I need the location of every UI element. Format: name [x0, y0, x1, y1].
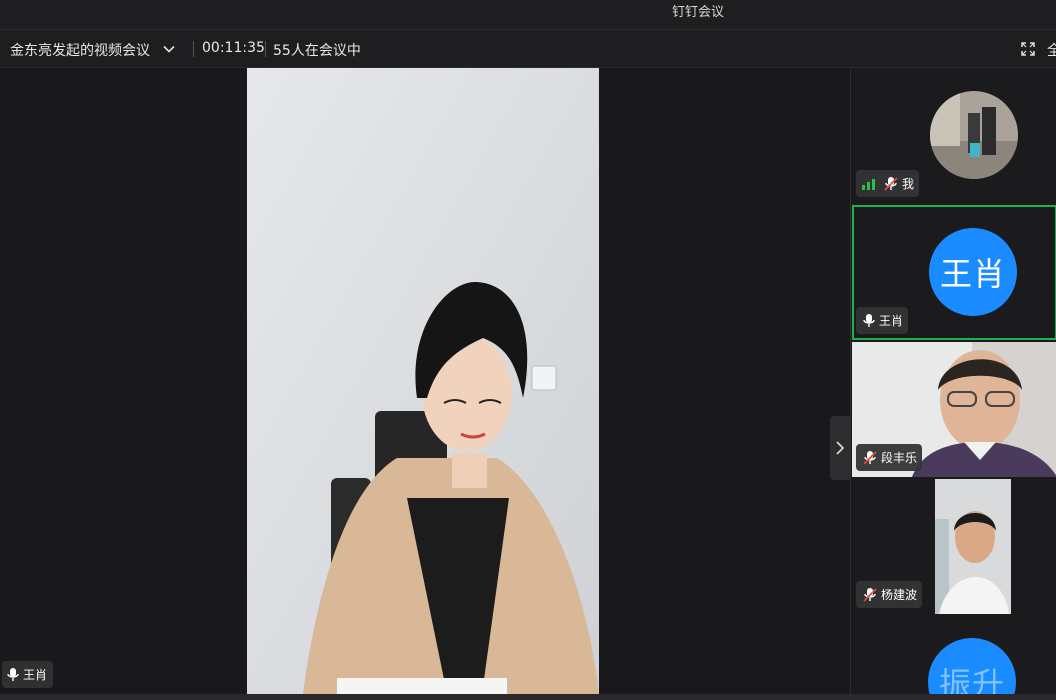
chevron-down-icon[interactable]: [162, 42, 176, 56]
fullscreen-label[interactable]: 全: [1047, 40, 1056, 60]
participant-tile-active[interactable]: 王肖 王肖: [852, 205, 1056, 340]
meeting-timer: 00:11:35: [202, 40, 265, 56]
microphone-icon: [7, 667, 19, 681]
participant-name: 我: [902, 177, 915, 191]
microphone-muted-icon: [884, 176, 898, 191]
participant-name-tag: 我: [856, 170, 920, 197]
bottom-control-bar: [0, 694, 1056, 700]
participant-tile-partial[interactable]: 振升: [852, 616, 1056, 700]
participant-name: 王肖: [879, 314, 904, 328]
participant-sidebar[interactable]: 我 王肖 王肖 段丰乐 杨建波 振升: [850, 68, 1056, 700]
participant-name-tag: 段丰乐: [856, 444, 923, 471]
avatar: 振升: [928, 638, 1016, 700]
avatar: [930, 91, 1018, 179]
participant-tile-self[interactable]: 我: [852, 68, 1056, 203]
microphone-muted-icon: [863, 587, 877, 602]
collapse-sidebar-button[interactable]: [830, 416, 850, 480]
speaker-name-tag: 王肖: [2, 661, 54, 688]
participant-name-tag: 王肖: [856, 307, 909, 334]
participant-count[interactable]: 55人在会议中: [273, 40, 361, 60]
window-title: 钉钉会议: [671, 5, 724, 20]
speaker-video-frame: [247, 68, 599, 694]
participant-tile-video[interactable]: 段丰乐: [852, 342, 1056, 477]
fullscreen-icon[interactable]: [1021, 42, 1035, 56]
chevron-right-icon: [836, 441, 845, 455]
speaker-video: [247, 68, 599, 694]
meeting-title[interactable]: 金东亮发起的视频会议: [10, 40, 150, 60]
participant-video: [935, 479, 1011, 614]
participant-tile-video[interactable]: 杨建波: [852, 479, 1056, 614]
microphone-muted-icon: [863, 450, 877, 465]
participant-name-tag: 杨建波: [856, 581, 923, 608]
toolbar-divider: [193, 41, 194, 57]
microphone-icon: [863, 313, 875, 327]
signal-icon: [862, 178, 875, 190]
avatar: 王肖: [929, 228, 1017, 316]
participant-name: 杨建波: [881, 588, 918, 602]
toolbar-divider: [265, 41, 266, 57]
main-stage: 王肖: [0, 68, 850, 700]
participant-name: 段丰乐: [881, 451, 918, 465]
window-titlebar: 钉钉会议: [0, 0, 1056, 30]
meeting-toolbar: 金东亮发起的视频会议 00:11:35 55人在会议中 全: [0, 30, 1056, 68]
speaker-name: 王肖: [23, 668, 48, 682]
